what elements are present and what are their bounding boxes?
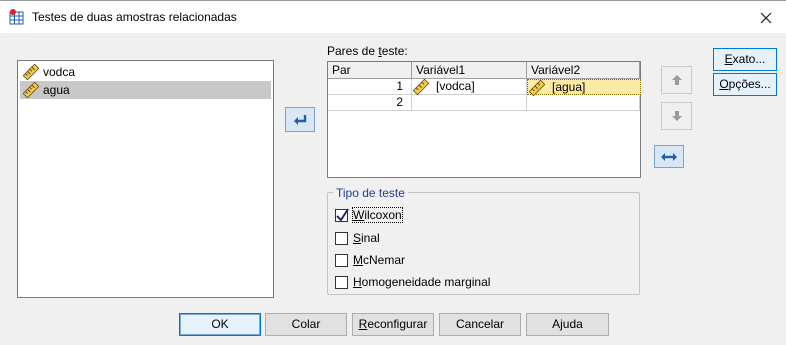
ok-button[interactable]: OK [179,313,261,336]
wilcoxon-checkbox[interactable]: Wilcoxon [335,207,403,223]
exact-button[interactable]: Exato... [713,48,777,71]
close-button[interactable] [746,2,786,33]
list-item-agua[interactable]: agua [20,81,271,99]
swap-variables-button[interactable] [654,145,684,168]
checkbox-box[interactable] [335,207,349,222]
sign-checkbox[interactable]: Sinal [335,230,380,246]
column-header-variavel2[interactable]: Variável2 [527,62,640,79]
test-type-title: Tipo de teste [333,186,408,200]
return-arrow-icon [294,114,307,125]
pair-row-1-variable2-text: [agua] [552,80,586,94]
checkbox-box[interactable] [335,275,348,289]
reset-button[interactable]: Reconfigurar [352,313,434,336]
paste-button[interactable]: Colar [265,313,347,336]
cancel-button[interactable]: Cancelar [439,313,521,336]
scale-variable-icon [23,82,39,98]
mcnemar-checkbox[interactable]: McNemar [335,252,405,268]
mcnemar-label: McNemar [353,253,406,267]
list-item-vodca[interactable]: vodca [20,63,271,81]
sign-label: Sinal [353,231,380,245]
move-pair-up-button[interactable] [661,66,692,94]
move-variable-button[interactable] [285,107,315,132]
pair-row-2-variable2[interactable] [527,95,640,111]
test-pairs-grid[interactable]: Par Variável1 Variável2 1 [vodca] [agua]… [327,61,641,178]
arrow-down-icon [671,111,682,121]
move-pair-down-button[interactable] [661,102,692,130]
marginal-homogeneity-label: Homogeneidade marginal [353,275,491,289]
list-item-label: agua [43,83,70,97]
test-pairs-label: Pares de teste: [327,44,408,58]
pair-row-1-variable2[interactable]: [agua] [527,79,641,96]
marginal-homogeneity-checkbox[interactable]: Homogeneidade marginal [335,274,490,290]
options-button[interactable]: Opções... [713,73,777,96]
pair-row-2-number[interactable]: 2 [328,95,412,111]
pair-row-1-number[interactable]: 1 [328,79,412,95]
title-bar: Testes de duas amostras relacionadas [0,1,786,33]
window-title: Testes de duas amostras relacionadas [32,10,237,24]
column-header-par[interactable]: Par [328,62,412,79]
pair-row-2-variable1[interactable] [412,95,527,111]
column-header-variavel1[interactable]: Variável1 [412,62,527,79]
pair-row-1-variable1-text: [vodca] [436,79,475,93]
arrow-up-icon [671,75,682,85]
swap-arrows-icon [661,152,677,161]
scale-variable-icon [529,80,545,96]
spss-app-icon [9,9,24,25]
source-variable-list[interactable]: vodca agua [17,60,274,298]
checkbox-box[interactable] [335,231,348,245]
list-item-label: vodca [43,65,76,79]
pair-row-1-variable1[interactable]: [vodca] [412,79,527,95]
checkmark-icon [336,207,349,222]
scale-variable-icon [23,64,39,80]
scale-variable-icon [413,79,429,95]
checkbox-box[interactable] [335,253,348,267]
wilcoxon-label: Wilcoxon [352,207,403,223]
help-button[interactable]: Ajuda [526,313,609,336]
close-icon [760,12,772,23]
